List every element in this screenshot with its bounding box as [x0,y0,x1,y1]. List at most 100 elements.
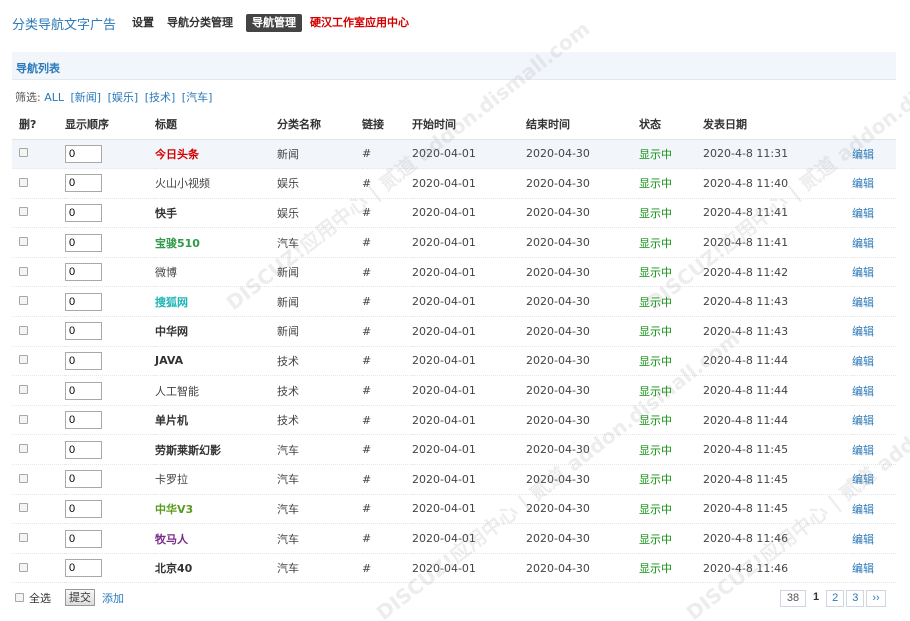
table-row: 搜狐网 新闻 #2020-04-01 2020-04-30 显示中 2020-4-8 11… [12,286,896,318]
row-order-input[interactable] [65,322,102,341]
row-category: 技术 [277,354,299,368]
row-link: # [362,502,372,516]
row-edit-link[interactable]: 编辑 [852,355,874,368]
filter-news[interactable]: [新闻] [71,91,102,104]
row-order-input[interactable] [65,470,102,489]
row-status: 显示中 [639,295,672,309]
row-edit-link[interactable]: 编辑 [852,237,874,250]
nav-category-manage[interactable]: 导航分类管理 [167,14,233,32]
row-delete-checkbox[interactable] [19,562,28,572]
row-edit-link[interactable]: 编辑 [852,385,874,398]
filter-all[interactable]: ALL [44,91,64,104]
row-edit-link[interactable]: 编辑 [852,296,874,309]
row-start-time: 2020-04-01 [412,147,476,161]
row-order-input[interactable] [65,440,102,459]
row-delete-checkbox[interactable] [19,177,28,187]
row-status: 显示中 [639,177,672,191]
row-order-input[interactable] [65,292,102,311]
row-edit-link[interactable]: 编辑 [852,503,874,516]
row-delete-checkbox[interactable] [19,266,28,276]
row-status: 显示中 [639,236,672,250]
row-end-time: 2020-04-30 [526,147,590,161]
table-row: 人工智能 技术 #2020-04-01 2020-04-30 显示中 2020-4-8 1… [12,375,896,406]
row-order-input[interactable] [65,529,102,548]
nav-settings[interactable]: 设置 [132,14,154,32]
row-category: 娱乐 [277,177,299,191]
filter-auto[interactable]: [汽车] [182,91,213,104]
pager-page-2[interactable]: 2 [826,590,845,607]
row-end-time: 2020-04-30 [526,176,590,190]
row-order-input[interactable] [65,499,102,518]
col-end-time: 结束时间 [526,110,639,140]
row-edit-link[interactable]: 编辑 [852,177,874,190]
row-category: 技术 [277,414,299,428]
row-edit-link[interactable]: 编辑 [852,444,874,457]
row-order-input[interactable] [65,174,102,193]
row-order-input[interactable] [65,411,102,430]
row-delete-checkbox[interactable] [19,533,28,543]
row-order-input[interactable] [65,559,102,578]
add-link[interactable]: 添加 [102,590,124,606]
top-nav: 设置 导航分类管理 导航管理 硬汉工作室应用中心 [132,14,422,32]
top-bar: 分类导航文字广告 设置 导航分类管理 导航管理 硬汉工作室应用中心 [0,0,910,44]
row-category: 新闻 [277,295,299,309]
row-edit-link[interactable]: 编辑 [852,473,874,486]
filter-tech[interactable]: [技术] [145,91,176,104]
row-category: 技术 [277,384,299,398]
pager-current: 1 [813,591,820,603]
pager-next[interactable]: ›› [866,590,886,607]
row-edit-link[interactable]: 编辑 [852,266,874,279]
row-order-input[interactable] [65,203,102,222]
row-category: 汽车 [277,443,299,457]
row-start-time: 2020-04-01 [412,443,476,457]
row-edit-link[interactable]: 编辑 [852,533,874,546]
submit-button[interactable]: 提交 [65,589,95,606]
row-status: 显示中 [639,532,672,546]
row-end-time: 2020-04-30 [526,354,590,368]
row-start-time: 2020-04-01 [412,502,476,516]
row-delete-checkbox[interactable] [19,325,28,335]
row-title: JAVA [155,354,184,368]
row-order-input[interactable] [65,144,102,163]
pager-page-3[interactable]: 3 [846,590,865,607]
row-edit-link[interactable]: 编辑 [852,414,874,427]
col-actions [852,110,896,140]
row-title: 单片机 [155,414,188,428]
col-title: 标题 [155,110,277,140]
nav-app-center[interactable]: 硬汉工作室应用中心 [310,14,409,32]
row-edit-link[interactable]: 编辑 [852,325,874,338]
select-all-checkbox[interactable] [15,593,24,602]
row-delete-checkbox[interactable] [19,207,28,217]
row-delete-checkbox[interactable] [19,355,28,365]
row-delete-checkbox[interactable] [19,148,28,158]
row-order-input[interactable] [65,381,102,400]
row-edit-link[interactable]: 编辑 [852,207,874,220]
row-order-input[interactable] [65,351,102,370]
row-edit-link[interactable]: 编辑 [852,562,874,575]
row-delete-checkbox[interactable] [19,237,28,247]
row-order-input[interactable] [65,233,102,252]
nav-navigation-manage[interactable]: 导航管理 [246,14,302,32]
row-start-time: 2020-04-01 [412,354,476,368]
row-delete-checkbox[interactable] [19,296,28,306]
row-category: 娱乐 [277,206,299,220]
row-start-time: 2020-04-01 [412,472,476,486]
row-link: # [362,147,372,161]
row-start-time: 2020-04-01 [412,532,476,546]
row-delete-checkbox[interactable] [19,473,28,483]
row-delete-checkbox[interactable] [19,503,28,513]
app-title: 分类导航文字广告 [12,18,117,33]
filter-entertainment[interactable]: [娱乐] [108,91,139,104]
row-delete-checkbox[interactable] [19,414,28,424]
row-delete-checkbox[interactable] [19,444,28,454]
row-start-time: 2020-04-01 [412,324,476,338]
row-category: 新闻 [277,147,299,161]
row-post-date: 2020-4-8 11:45 [703,502,789,516]
row-order-input[interactable] [65,263,102,282]
row-delete-checkbox[interactable] [19,385,28,395]
row-edit-link[interactable]: 编辑 [852,148,874,161]
pager-total: 38 [780,590,806,607]
row-link: # [362,324,372,338]
table-row: JAVA 技术 #2020-04-01 2020-04-30 显示中 2020-4-8 1… [12,346,896,377]
table-header-row: 删? 显示顺序 标题 分类名称 链接 开始时间 结束时间 状态 发表日期 [12,110,896,140]
